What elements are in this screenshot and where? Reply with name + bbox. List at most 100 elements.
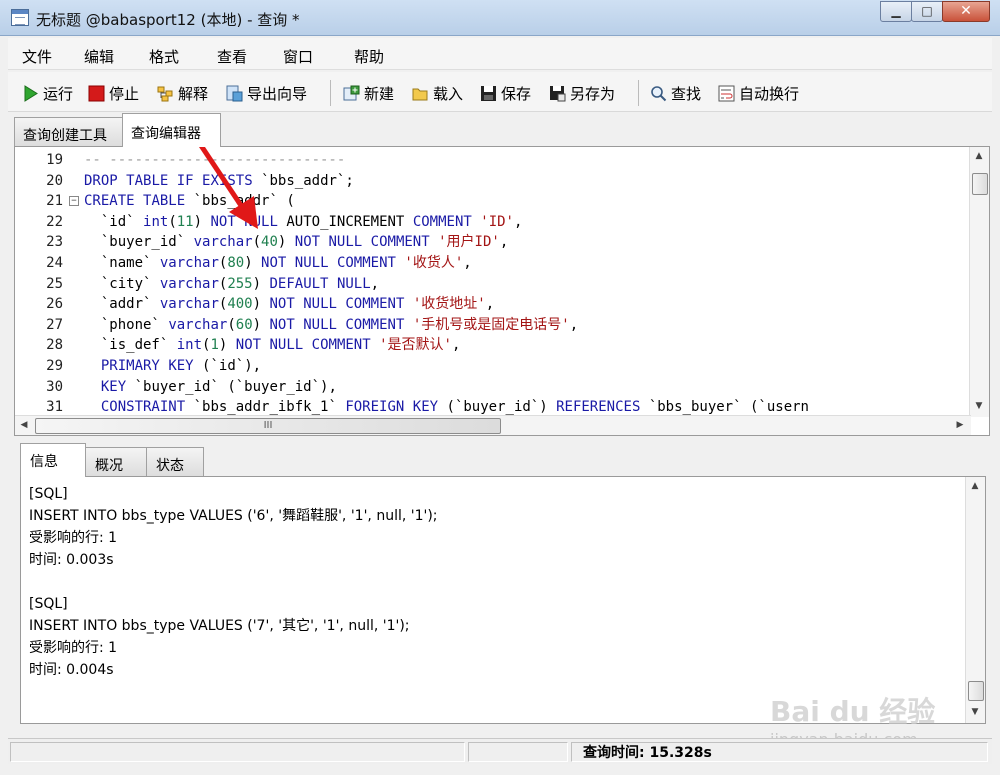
- toolbar-separator: [638, 80, 639, 106]
- save-as-button[interactable]: 另存为: [549, 82, 615, 104]
- close-button[interactable]: ✕: [942, 1, 990, 22]
- find-button[interactable]: 查找: [650, 82, 701, 104]
- fold-toggle-icon[interactable]: −: [69, 196, 79, 207]
- code-text: CREATE TABLE `bbs_addr` (: [84, 193, 295, 210]
- folder-open-icon: [412, 85, 429, 102]
- line-number: 19: [46, 152, 63, 168]
- result-tabs: 信息 概况 状态: [20, 443, 980, 477]
- line-number: 21: [46, 193, 63, 210]
- stop-button[interactable]: 停止: [88, 82, 139, 104]
- horizontal-scroll-thumb[interactable]: III: [35, 418, 501, 434]
- scroll-down-icon[interactable]: ▼: [970, 397, 988, 415]
- tab-overview[interactable]: 概况: [85, 447, 147, 477]
- new-label: 新建: [364, 84, 395, 103]
- find-label: 查找: [671, 84, 702, 103]
- code-line: 22 `id` int(11) NOT NULL AUTO_INCREMENT …: [15, 212, 971, 233]
- code-text: `phone` varchar(60) NOT NULL COMMENT '手机…: [100, 316, 579, 333]
- stop-icon: [88, 85, 105, 102]
- menu-edit[interactable]: 编辑: [84, 46, 114, 67]
- minimize-button[interactable]: ▁: [880, 1, 912, 22]
- scroll-left-icon[interactable]: ◀: [15, 416, 33, 434]
- scroll-thumb[interactable]: [968, 681, 984, 701]
- info-line: INSERT INTO bbs_type VALUES ('7', '其它', …: [29, 618, 410, 634]
- stop-label: 停止: [109, 84, 140, 103]
- horizontal-scrollbar[interactable]: ◀ III ▶: [15, 415, 971, 435]
- message-pane[interactable]: [SQL] INSERT INTO bbs_type VALUES ('6', …: [20, 476, 986, 724]
- line-number: 30: [46, 378, 63, 395]
- code-line: 30 KEY `buyer_id` (`buyer_id`),: [15, 377, 971, 398]
- code-line: 21− CREATE TABLE `bbs_addr` (: [15, 191, 971, 212]
- search-icon: [650, 85, 667, 102]
- menu-window[interactable]: 窗口: [283, 46, 313, 67]
- scroll-up-icon[interactable]: ▲: [966, 477, 984, 495]
- line-number: 22: [46, 213, 63, 230]
- info-line: INSERT INTO bbs_type VALUES ('6', '舞蹈鞋服'…: [29, 508, 438, 524]
- word-wrap-button[interactable]: 自动换行: [718, 82, 799, 104]
- code-text: `id` int(11) NOT NULL AUTO_INCREMENT COM…: [100, 213, 523, 230]
- new-button[interactable]: 新建: [343, 82, 394, 104]
- explain-button[interactable]: 解释: [157, 82, 208, 104]
- code-text: KEY `buyer_id` (`buyer_id`),: [100, 378, 337, 395]
- tab-query-editor[interactable]: 查询编辑器: [122, 113, 221, 147]
- code-text: `city` varchar(255) DEFAULT NULL,: [100, 275, 380, 292]
- maximize-icon: □: [921, 4, 933, 18]
- info-line: 时间: 0.004s: [29, 662, 114, 678]
- save-as-icon: [549, 85, 566, 102]
- code-line: 29 PRIMARY KEY (`id`),: [15, 356, 971, 377]
- menu-format[interactable]: 格式: [149, 46, 179, 67]
- window-controls: ▁ □ ✕: [880, 1, 990, 22]
- code-text: `name` varchar(80) NOT NULL COMMENT '收货人…: [100, 255, 472, 271]
- code-line: 20 DROP TABLE IF EXISTS `bbs_addr`;: [15, 171, 971, 192]
- tab-status[interactable]: 状态: [146, 447, 204, 477]
- info-line: [SQL]: [29, 596, 68, 612]
- line-number: 28: [46, 337, 63, 354]
- scroll-thumb[interactable]: [972, 173, 988, 195]
- save-icon: [480, 85, 497, 102]
- line-number: 27: [46, 316, 63, 333]
- save-label: 保存: [501, 84, 532, 103]
- tab-info[interactable]: 信息: [20, 443, 86, 477]
- watermark-logo: Bai du 经验: [770, 695, 936, 728]
- line-number: 23: [46, 234, 63, 251]
- code-line: 27 `phone` varchar(60) NOT NULL COMMENT …: [15, 315, 971, 336]
- scroll-right-icon[interactable]: ▶: [951, 416, 969, 434]
- export-wizard-button[interactable]: 导出向导: [226, 82, 307, 104]
- code-line: 25 `city` varchar(255) DEFAULT NULL,: [15, 274, 971, 295]
- vertical-scrollbar[interactable]: ▲ ▼: [969, 147, 989, 417]
- menu-file[interactable]: 文件: [22, 46, 52, 67]
- save-button[interactable]: 保存: [480, 82, 531, 104]
- code-text: `is_def` int(1) NOT NULL COMMENT '是否默认',: [100, 337, 461, 354]
- toolbar: 运行 停止 解释 导出向导 新建 载入 保存 另存为 查找 自动换行: [8, 72, 992, 112]
- menu-view[interactable]: 查看: [217, 46, 247, 67]
- status-panel: [10, 742, 465, 762]
- info-line: 受影响的行: 1: [29, 640, 118, 656]
- tab-query-builder[interactable]: 查询创建工具: [14, 117, 123, 147]
- new-icon: [343, 85, 360, 102]
- code-text: `buyer_id` varchar(40) NOT NULL COMMENT …: [100, 234, 509, 251]
- run-label: 运行: [43, 84, 74, 103]
- info-line: [SQL]: [29, 486, 68, 502]
- status-bar: 查询时间: 15.328s: [8, 738, 992, 764]
- scroll-up-icon[interactable]: ▲: [970, 147, 988, 165]
- code-text: DROP TABLE IF EXISTS `bbs_addr`;: [84, 172, 354, 189]
- line-number: 20: [46, 172, 63, 189]
- message-scrollbar[interactable]: ▲ ▼: [965, 477, 985, 723]
- close-icon: ✕: [960, 3, 972, 19]
- run-button[interactable]: 运行: [22, 82, 73, 104]
- query-time: 查询时间: 15.328s: [583, 745, 712, 761]
- load-button[interactable]: 载入: [412, 82, 463, 104]
- code-line: 24 `name` varchar(80) NOT NULL COMMENT '…: [15, 253, 971, 274]
- menu-help[interactable]: 帮助: [354, 46, 384, 67]
- code-line: 23 `buyer_id` varchar(40) NOT NULL COMME…: [15, 232, 971, 253]
- sql-editor[interactable]: 19 -- ---------------------------- 20 DROP …: [14, 146, 990, 436]
- export-wizard-label: 导出向导: [247, 84, 308, 103]
- scroll-down-icon[interactable]: ▼: [966, 703, 984, 721]
- menu-bar: 文件 编辑 格式 查看 窗口 帮助: [8, 38, 992, 70]
- line-number: 26: [46, 296, 63, 313]
- load-label: 载入: [433, 84, 464, 103]
- maximize-button[interactable]: □: [911, 1, 943, 22]
- title-bar: 无标题 @babasport12 (本地) - 查询 * ▁ □ ✕: [0, 0, 1000, 36]
- status-panel: [468, 742, 568, 762]
- export-icon: [226, 85, 243, 102]
- code-text: -- ----------------------------: [84, 152, 346, 168]
